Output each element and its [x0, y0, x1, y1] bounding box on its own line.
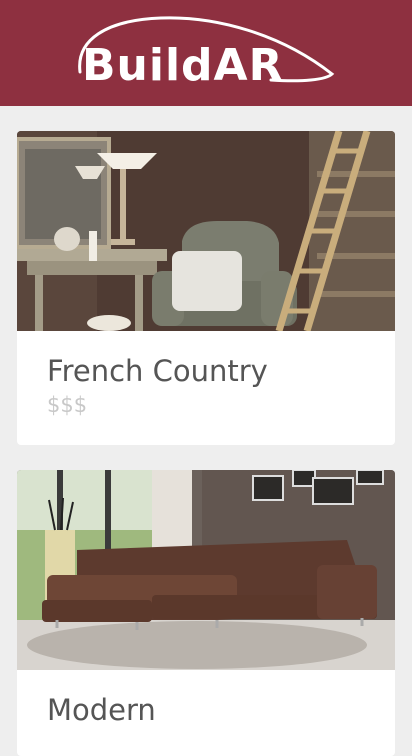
card-title: Modern: [47, 693, 156, 727]
style-card-french-country[interactable]: French Country $$$: [17, 131, 395, 445]
style-card-modern[interactable]: Modern: [17, 470, 395, 756]
card-title: French Country: [47, 354, 268, 388]
room-photo: [17, 131, 395, 331]
logo-text: BuildAR: [82, 40, 284, 91]
room-photo: [17, 470, 395, 670]
app-header: BuildAR: [0, 0, 412, 106]
card-body: French Country $$$: [17, 331, 395, 445]
card-price: $$$: [47, 393, 88, 417]
card-body: Modern: [17, 670, 395, 756]
app-logo[interactable]: BuildAR: [66, 10, 346, 96]
style-list: French Country $$$ Modern: [0, 106, 412, 756]
